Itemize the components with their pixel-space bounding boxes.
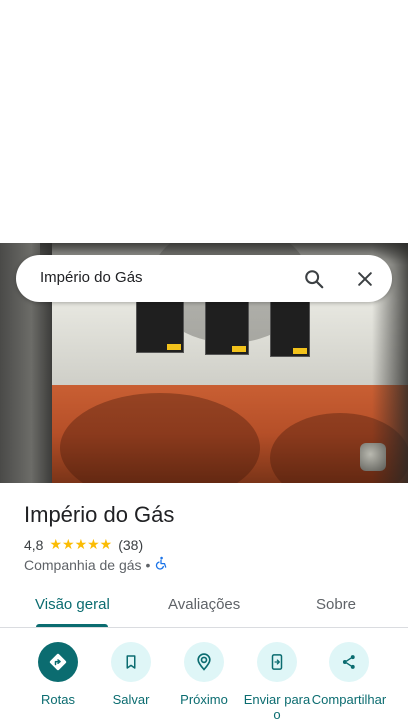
search-bar[interactable]: Império do Gás — [16, 255, 392, 302]
photo-bucket — [360, 443, 386, 471]
tab-bar: Visão geral Avaliações Sobre — [0, 584, 408, 628]
nearby-button[interactable]: Próximo — [164, 640, 244, 707]
directions-label: Rotas — [41, 692, 75, 707]
nearby-label: Próximo — [180, 692, 228, 707]
rating-value: 4,8 — [24, 536, 44, 553]
save-button[interactable]: Salvar — [91, 640, 171, 707]
review-count: (38) — [118, 536, 144, 553]
separator-dot: • — [145, 556, 151, 573]
action-bar: Rotas Salvar Próximo Enviar para o Compa… — [0, 640, 408, 726]
place-category: Companhia de gás — [24, 556, 142, 573]
map-blank-area — [0, 0, 408, 243]
share-label: Compartilhar — [311, 692, 387, 707]
category-row: Companhia de gás • — [24, 556, 168, 573]
tab-reviews[interactable]: Avaliações — [168, 596, 240, 613]
active-tab-indicator — [36, 624, 108, 627]
photo-sign — [136, 301, 184, 353]
directions-icon — [38, 642, 78, 682]
save-label: Salvar — [112, 692, 150, 707]
wheelchair-icon — [154, 556, 168, 573]
rating-row[interactable]: 4,8 ★★★★★ (38) — [24, 536, 143, 553]
share-icon — [329, 642, 369, 682]
send-to-phone-label: Enviar para o — [243, 692, 311, 722]
photo-sign — [270, 301, 310, 357]
search-input[interactable]: Império do Gás — [40, 269, 143, 286]
tab-overview[interactable]: Visão geral — [35, 596, 110, 613]
photo-sign — [205, 301, 249, 355]
send-to-phone-button[interactable]: Enviar para o — [237, 640, 317, 722]
star-rating-icon: ★★★★★ — [49, 536, 113, 552]
send-to-phone-icon — [257, 642, 297, 682]
close-icon[interactable] — [351, 265, 379, 293]
bookmark-icon — [111, 642, 151, 682]
search-icon[interactable] — [300, 265, 328, 293]
tab-about[interactable]: Sobre — [316, 596, 356, 613]
place-title: Império do Gás — [24, 502, 175, 527]
share-button[interactable]: Compartilhar — [309, 640, 389, 707]
directions-button[interactable]: Rotas — [18, 640, 98, 707]
nearby-icon — [184, 642, 224, 682]
